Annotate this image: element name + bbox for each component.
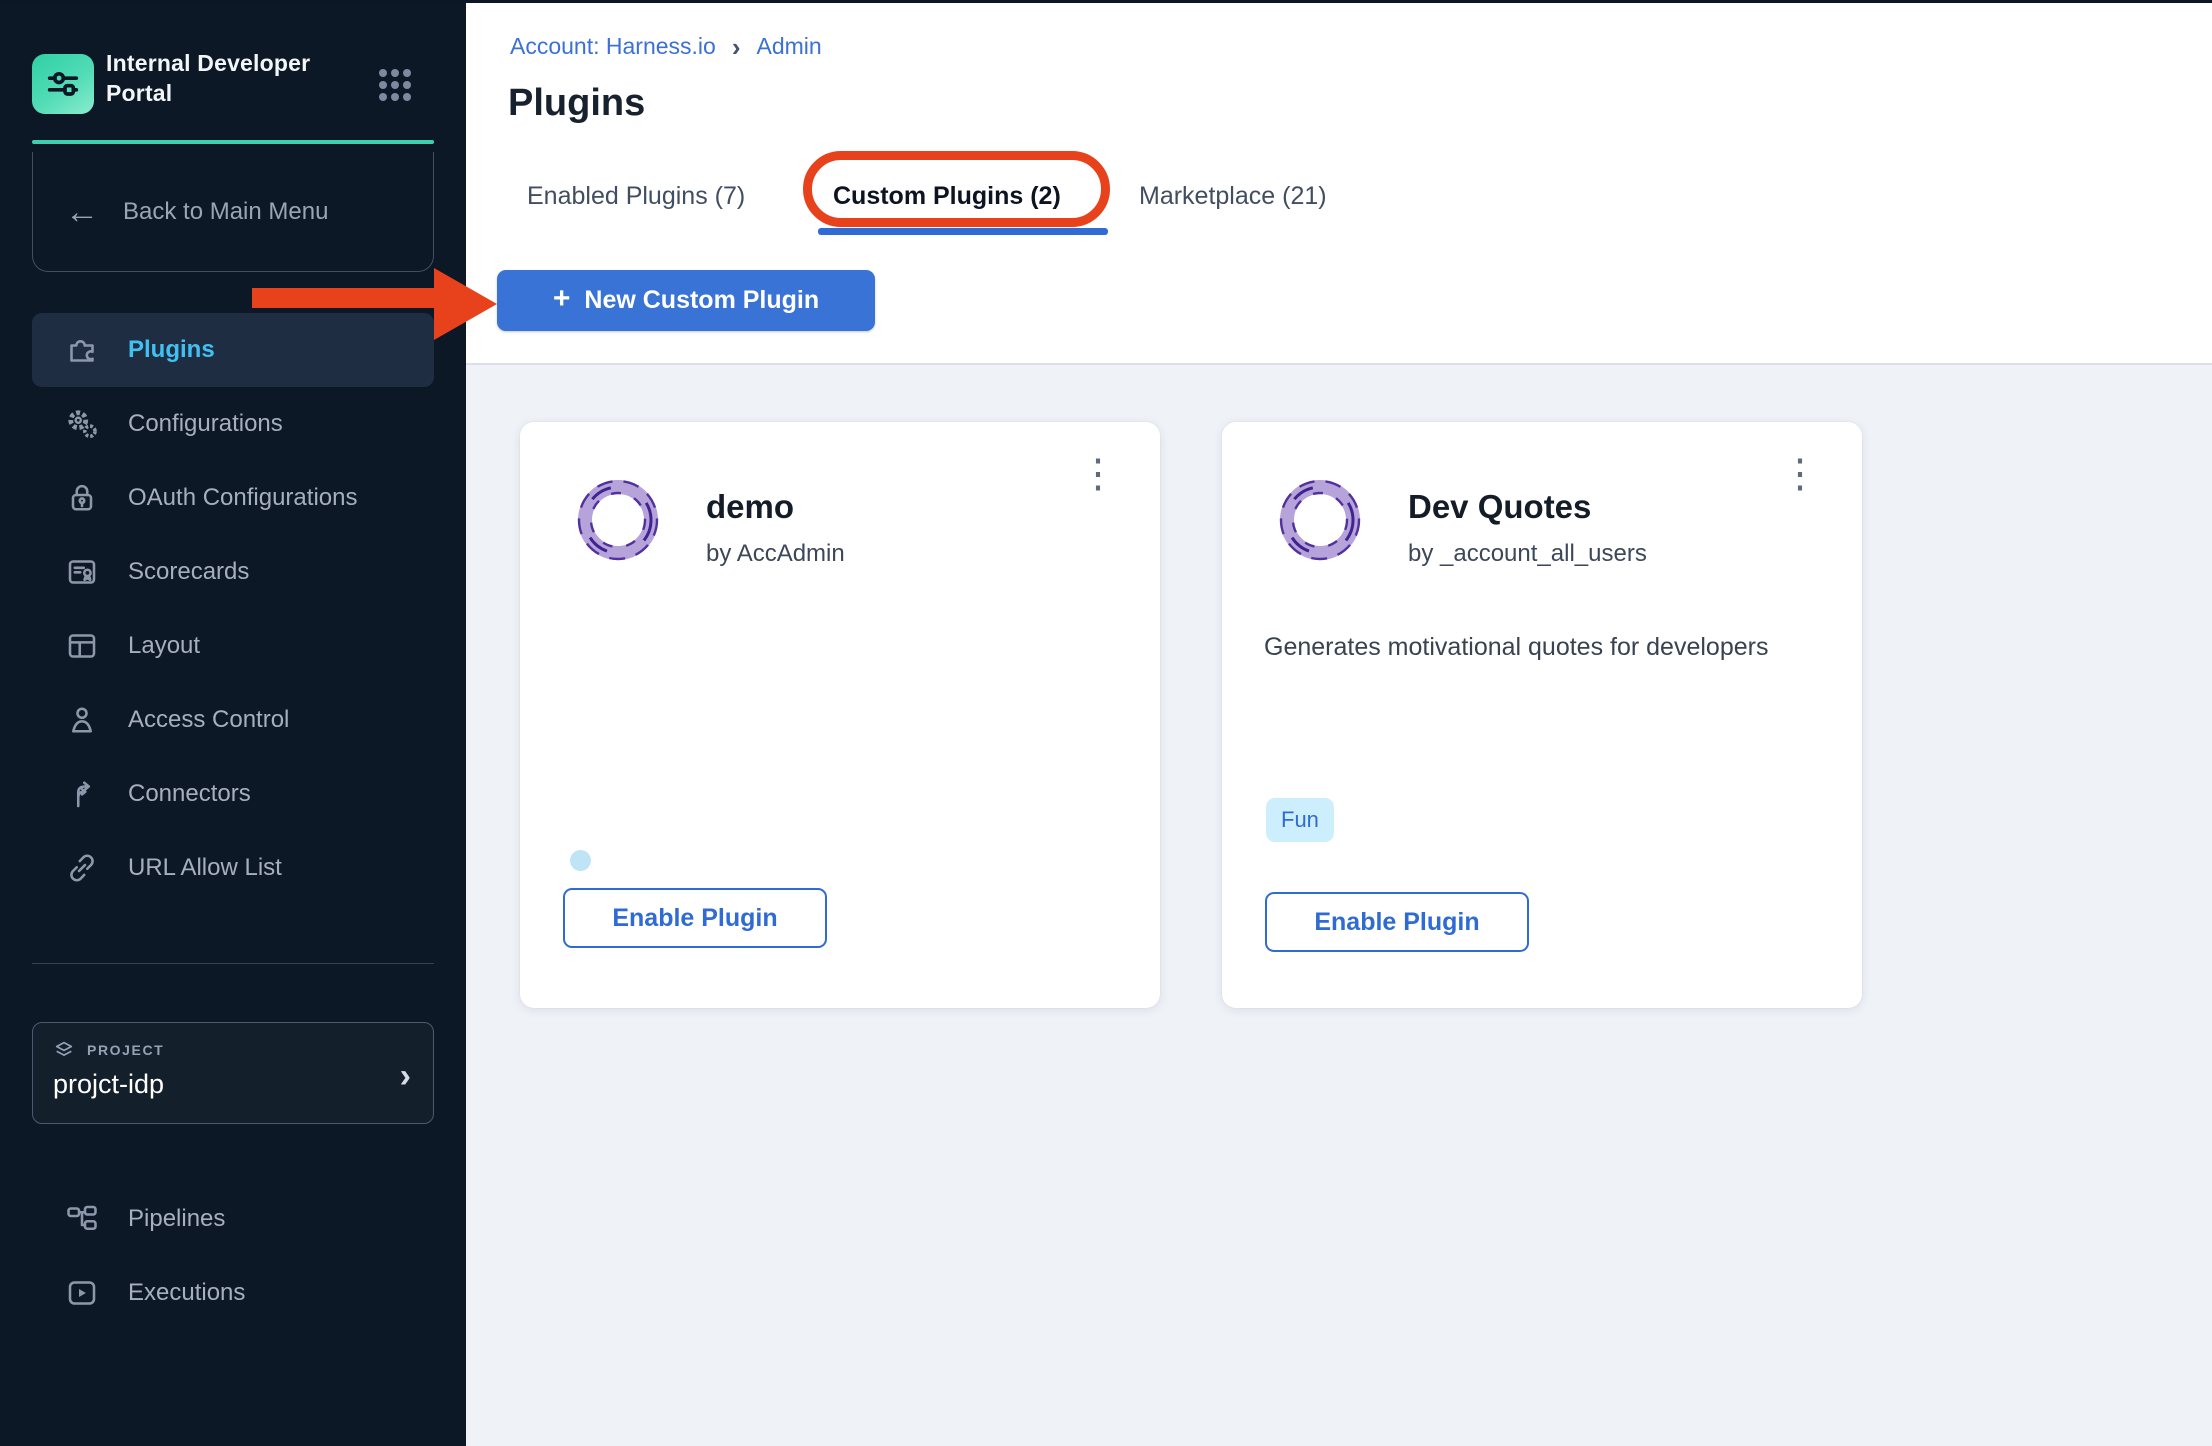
- app-logo[interactable]: [32, 54, 94, 114]
- sidebar-item-executions[interactable]: Executions: [32, 1256, 434, 1330]
- project-label: PROJECT: [87, 1042, 164, 1058]
- tab-marketplace[interactable]: Marketplace (21): [1139, 182, 1327, 211]
- back-to-main-menu[interactable]: ← Back to Main Menu: [32, 152, 434, 272]
- sidebar-item-label: OAuth Configurations: [128, 484, 357, 512]
- sidebar-item-label: Plugins: [128, 336, 215, 364]
- kebab-menu-icon[interactable]: ⋮: [1772, 450, 1828, 498]
- plugin-description: Generates motivational quotes for develo…: [1264, 630, 1824, 664]
- plugin-author: by AccAdmin: [706, 540, 845, 568]
- breadcrumb-chevron-icon: ›: [732, 32, 741, 60]
- sidebar-item-connectors[interactable]: Connectors: [32, 757, 434, 831]
- sidebar-item-pipelines[interactable]: Pipelines: [32, 1182, 434, 1256]
- kebab-menu-icon[interactable]: ⋮: [1070, 450, 1126, 498]
- plugin-card-dev-quotes: ⋮ Dev Quotes by _account_all_users Gener…: [1222, 422, 1862, 1008]
- breadcrumb: Account: Harness.io › Admin: [510, 32, 822, 60]
- sidebar-item-url-allow-list[interactable]: URL Allow List: [32, 831, 434, 905]
- plugin-author: by _account_all_users: [1408, 540, 1647, 568]
- app-title: Internal Developer Portal: [106, 48, 336, 108]
- sidebar-item-label: Scorecards: [128, 558, 249, 586]
- new-custom-plugin-label: New Custom Plugin: [584, 286, 819, 315]
- pipelines-icon: [64, 1201, 100, 1237]
- sidebar-item-oauth-configurations[interactable]: OAuth Configurations: [32, 461, 434, 535]
- tab-enabled-plugins[interactable]: Enabled Plugins (7): [527, 182, 745, 211]
- link-icon: [64, 850, 100, 886]
- breadcrumb-account-link[interactable]: Account: Harness.io: [510, 33, 716, 60]
- sidebar-item-configurations[interactable]: Configurations: [32, 387, 434, 461]
- sidebar-item-scorecards[interactable]: Scorecards: [32, 535, 434, 609]
- plugin-tag: Fun: [1266, 798, 1334, 842]
- scorecard-icon: [64, 554, 100, 590]
- sidebar-item-label: Access Control: [128, 706, 289, 734]
- puzzle-icon: [64, 332, 100, 368]
- sidebar-item-label: URL Allow List: [128, 854, 282, 882]
- breadcrumb-admin-link[interactable]: Admin: [757, 33, 822, 60]
- sidebar-item-plugins[interactable]: Plugins: [32, 313, 434, 387]
- plugin-name: demo: [706, 488, 794, 526]
- page-title: Plugins: [508, 82, 645, 125]
- new-custom-plugin-button[interactable]: + New Custom Plugin: [497, 270, 875, 331]
- status-dot: [570, 850, 591, 871]
- sidebar: Internal Developer Portal ← Back to Main…: [0, 0, 466, 1446]
- lock-icon: [64, 480, 100, 516]
- project-name: projct-idp: [53, 1069, 413, 1100]
- sidebar-item-label: Connectors: [128, 780, 251, 808]
- sidebar-item-label: Configurations: [128, 410, 283, 438]
- active-tab-underline: [818, 228, 1108, 235]
- apps-grid-icon[interactable]: [376, 66, 414, 104]
- project-selector[interactable]: PROJECT projct-idp ›: [32, 1022, 434, 1124]
- back-arrow-icon: ←: [65, 195, 99, 229]
- layout-icon: [64, 628, 100, 664]
- sidebar-bottom-nav: Pipelines Executions: [32, 1182, 434, 1330]
- branching-arrows-icon: [64, 776, 100, 812]
- plugin-ring-icon: [572, 474, 664, 566]
- sidebar-item-label: Layout: [128, 632, 200, 660]
- sidebar-item-label: Pipelines: [128, 1205, 225, 1233]
- plugin-ring-icon: [1274, 474, 1366, 566]
- back-label: Back to Main Menu: [123, 198, 328, 226]
- sidebar-accent-rule: [32, 140, 434, 144]
- plus-icon: +: [553, 284, 571, 317]
- sidebar-item-layout[interactable]: Layout: [32, 609, 434, 683]
- sidebar-divider: [32, 963, 434, 964]
- enable-plugin-button[interactable]: Enable Plugin: [563, 888, 827, 948]
- tab-custom-plugins[interactable]: Custom Plugins (2): [833, 182, 1061, 211]
- chevron-right-icon: ›: [400, 1057, 411, 1096]
- sidebar-item-label: Executions: [128, 1279, 245, 1307]
- gears-icon: [64, 406, 100, 442]
- sidebar-item-access-control[interactable]: Access Control: [32, 683, 434, 757]
- layers-icon: [53, 1039, 75, 1061]
- person-icon: [64, 702, 100, 738]
- idp-logo-icon: [43, 64, 83, 104]
- enable-plugin-button[interactable]: Enable Plugin: [1265, 892, 1529, 952]
- window-top-edge: [0, 0, 2212, 3]
- plugin-name: Dev Quotes: [1408, 488, 1591, 526]
- play-box-icon: [64, 1275, 100, 1311]
- sidebar-nav: Plugins Configurations OAuth Configu: [32, 313, 434, 905]
- plugin-card-demo: ⋮ demo by AccAdmin Enable Plugin: [520, 422, 1160, 1008]
